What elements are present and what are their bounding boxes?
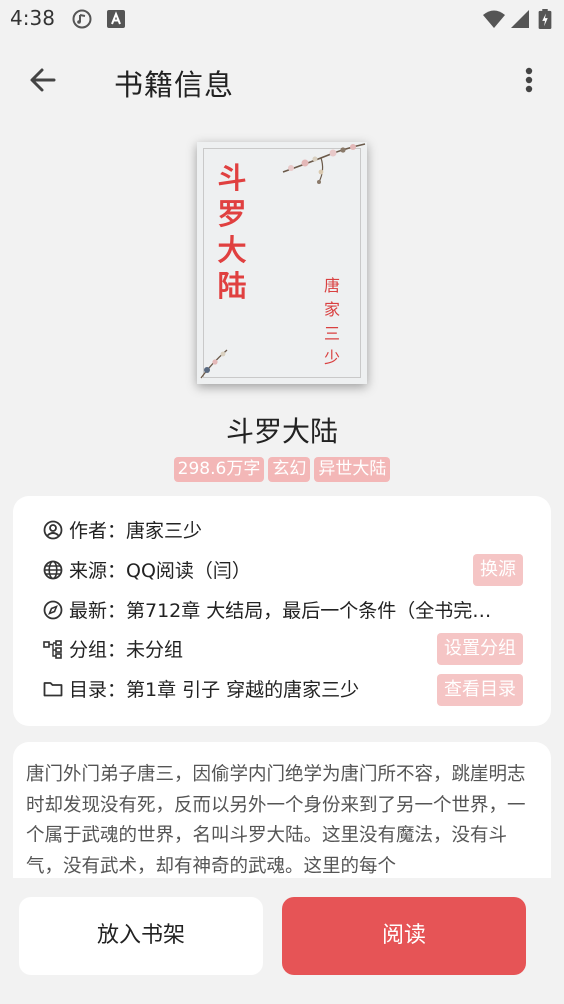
source-row: 来源：QQ阅读（闫） [43,554,543,586]
tag-word-count: 298.6万字 [173,457,265,482]
source-text: 来源：QQ阅读（闫） [69,560,251,582]
author-text: 作者：唐家三少 [69,520,203,542]
group-text: 分组：未分组 [69,639,184,661]
compass-icon [43,600,63,620]
description-text: 唐门外门弟子唐三，因偷学内门绝学为唐门所不容，跳崖明志时却发现没有死，反而以另外… [26,764,526,877]
status-time: 4:38 [10,6,55,30]
more-vert-icon[interactable] [512,60,546,100]
description-card[interactable]: 唐门外门弟子唐三，因偷学内门绝学为唐门所不容，跳崖明志时却发现没有死，反而以另外… [13,742,551,878]
read-button[interactable]: 阅读 [282,897,526,975]
blossom-corner-icon [200,349,228,379]
a-notification-icon [107,10,125,28]
folder-icon [43,682,63,697]
set-group-button[interactable]: 设置分组 [437,633,523,665]
latest-row: 最新：第712章 大结局，最后一个条件（全书完… [43,594,543,626]
globe-icon [43,560,63,580]
cover-title: 斗罗大陆 [217,161,247,303]
person-icon [43,520,63,540]
tag-list: 298.6万字 玄幻 异世大陆 [0,457,564,482]
music-notification-icon [72,9,92,29]
blossom-branch-icon [282,143,366,184]
tag-subgenre: 异世大陆 [314,457,391,482]
view-toc-button[interactable]: 查看目录 [437,674,523,706]
book-cover[interactable]: 斗罗大陆 唐家三少 [197,142,367,384]
battery-icon [538,9,552,29]
book-title: 斗罗大陆 [225,415,338,448]
status-bar: 4:38 [0,0,564,38]
toc-text: 目录：第1章 引子 穿越的唐家三少 [69,679,360,701]
wifi-icon [483,10,505,28]
add-to-shelf-button[interactable]: 放入书架 [19,897,263,975]
page-title: 书籍信息 [114,68,235,102]
app-bar: 书籍信息 [0,48,564,114]
author-row: 作者：唐家三少 [43,514,543,546]
cover-author: 唐家三少 [323,276,340,367]
tag-genre: 玄幻 [268,457,311,482]
bottom-action-bar: 放入书架 阅读 [0,878,564,1004]
info-card: 作者：唐家三少 来源：QQ阅读（闫） 换源 最新：第712章 大结局，最后一个条… [13,496,551,726]
change-source-button[interactable]: 换源 [473,554,523,586]
signal-icon [511,10,529,28]
group-tree-icon [43,640,62,659]
back-arrow-icon[interactable] [24,60,64,100]
latest-chapter-text: 最新：第712章 大结局，最后一个条件（全书完… [69,600,492,622]
